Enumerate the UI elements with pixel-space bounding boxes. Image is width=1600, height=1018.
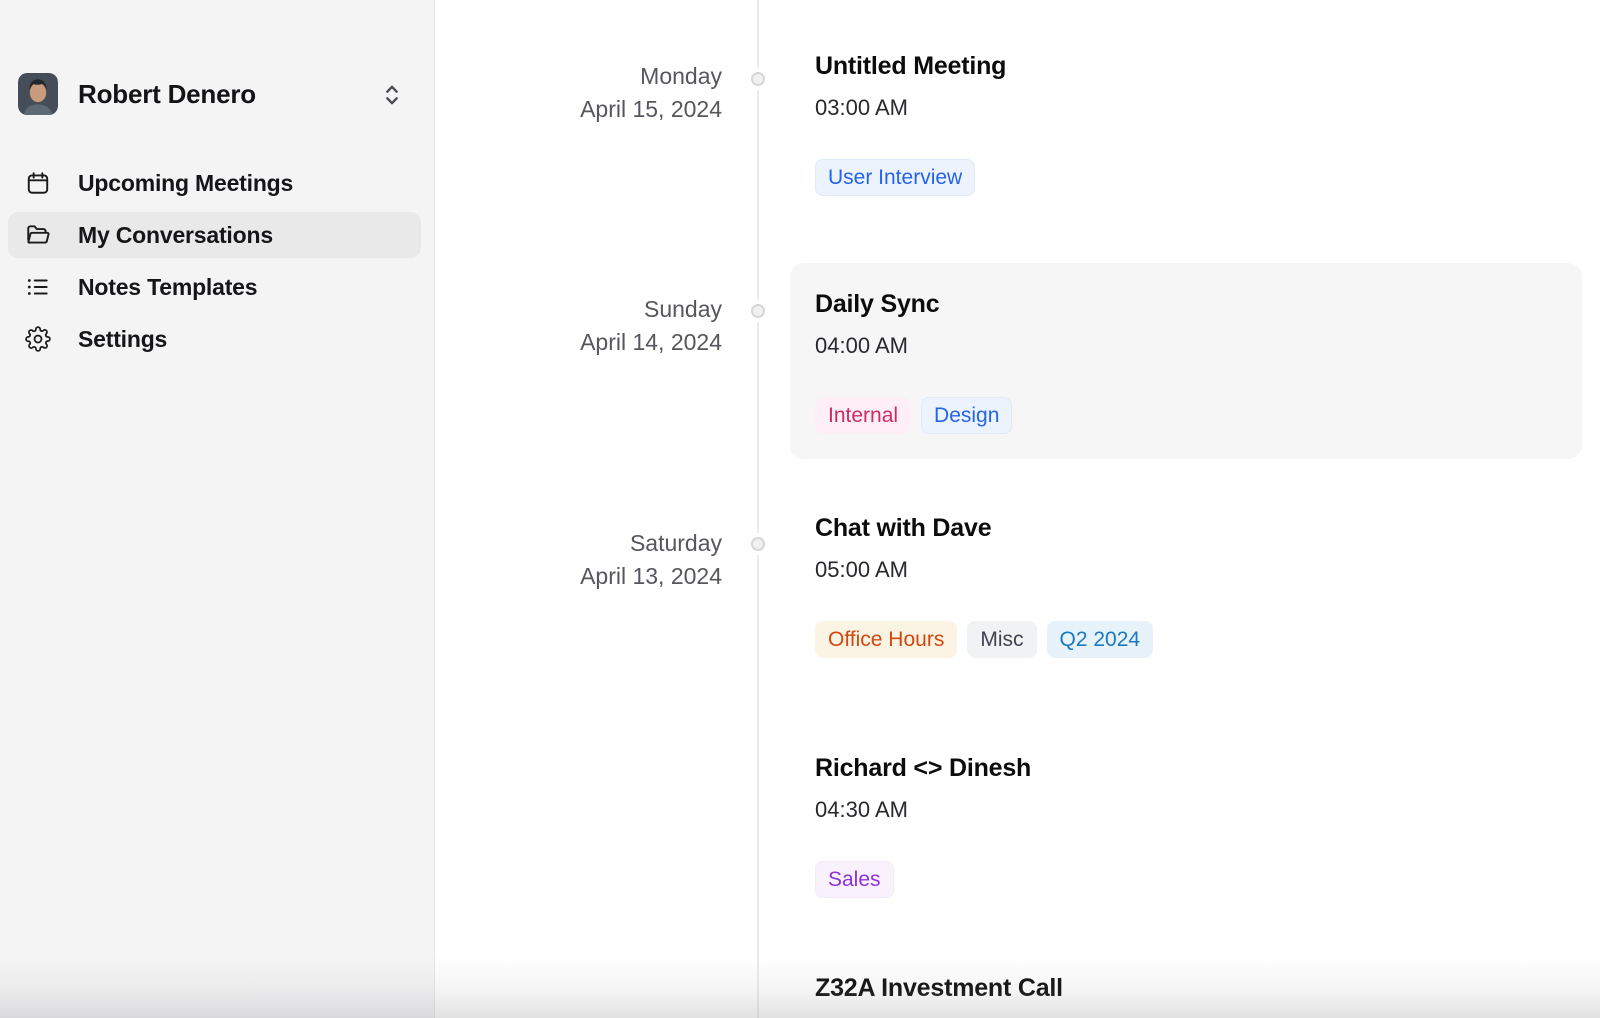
date-label: Sunday April 14, 2024: [580, 293, 722, 359]
sidebar-item-label: Notes Templates: [78, 274, 257, 301]
meeting-title: Daily Sync: [815, 288, 1557, 320]
date-day: Sunday: [580, 293, 722, 326]
meeting-time: 04:00 AM: [815, 331, 1557, 361]
sidebar-item-upcoming-meetings[interactable]: Upcoming Meetings: [8, 160, 421, 206]
meeting-tag: Office Hours: [815, 621, 957, 658]
meeting-tags: Office Hours Misc Q2 2024: [815, 621, 1557, 658]
timeline-dot: [751, 304, 765, 318]
folder-icon: [25, 222, 51, 248]
sidebar-nav: Upcoming Meetings My Conversations Notes…: [8, 160, 421, 362]
sidebar: Robert Denero Upcoming Meetings My Conve…: [0, 0, 435, 1018]
meeting-tags: Sales: [815, 861, 1557, 898]
meeting-notes-app: Robert Denero Upcoming Meetings My Conve…: [0, 0, 1600, 1018]
sidebar-item-label: My Conversations: [78, 222, 273, 249]
meetings-list: Untitled Meeting 03:00 AM User Interview: [790, 50, 1582, 196]
date-day: Monday: [580, 60, 722, 93]
date-label: Monday April 15, 2024: [580, 60, 722, 126]
meetings-list: Daily Sync 04:00 AM Internal Design: [790, 263, 1582, 459]
meeting-time: 03:00 AM: [815, 93, 1557, 123]
timeline-dot: [751, 72, 765, 86]
meeting-item[interactable]: Untitled Meeting 03:00 AM User Interview: [790, 50, 1582, 196]
meeting-tags: Internal Design: [815, 397, 1557, 434]
meeting-tag: Misc: [967, 621, 1036, 658]
meeting-title: Richard <> Dinesh: [815, 752, 1557, 784]
date-full: April 15, 2024: [580, 93, 722, 126]
timeline-line: [757, 0, 759, 1018]
profile-name: Robert Denero: [78, 79, 256, 110]
meeting-time: 05:00 AM: [815, 555, 1557, 585]
sidebar-item-label: Settings: [78, 326, 167, 353]
workspace-switcher[interactable]: Robert Denero: [18, 73, 422, 115]
sidebar-item-my-conversations[interactable]: My Conversations: [8, 212, 421, 258]
meeting-title: Chat with Dave: [815, 512, 1557, 544]
meeting-tag: Design: [921, 397, 1012, 434]
gear-icon: [25, 326, 51, 352]
meeting-item[interactable]: Z32A Investment Call: [790, 972, 1582, 1004]
meetings-list: Chat with Dave 05:00 AM Office Hours Misc…: [790, 512, 1582, 1004]
meeting-tag: Internal: [815, 397, 911, 434]
meeting-item[interactable]: Daily Sync 04:00 AM Internal Design: [790, 263, 1582, 459]
sidebar-item-label: Upcoming Meetings: [78, 170, 293, 197]
conversations-scroll-area[interactable]: Monday April 15, 2024 Untitled Meeting 0…: [435, 0, 1600, 1018]
sidebar-item-notes-templates[interactable]: Notes Templates: [8, 264, 421, 310]
date-label: Saturday April 13, 2024: [580, 527, 722, 593]
meeting-tag: Sales: [815, 861, 894, 898]
meeting-title: Z32A Investment Call: [815, 972, 1557, 1004]
date-full: April 13, 2024: [580, 560, 722, 593]
timeline-dot: [751, 537, 765, 551]
meeting-item[interactable]: Richard <> Dinesh 04:30 AM Sales: [790, 752, 1582, 898]
avatar: [18, 73, 58, 115]
meeting-time: 04:30 AM: [815, 795, 1557, 825]
meeting-item[interactable]: Chat with Dave 05:00 AM Office Hours Misc…: [790, 512, 1582, 658]
chevron-updown-icon: [380, 81, 404, 109]
list-icon: [25, 274, 51, 300]
date-day: Saturday: [580, 527, 722, 560]
meeting-tag: User Interview: [815, 159, 975, 196]
sidebar-item-settings[interactable]: Settings: [8, 316, 421, 362]
meeting-title: Untitled Meeting: [815, 50, 1557, 82]
meeting-tag: Q2 2024: [1047, 621, 1154, 658]
calendar-icon: [25, 170, 51, 196]
date-full: April 14, 2024: [580, 326, 722, 359]
meeting-tags: User Interview: [815, 159, 1557, 196]
